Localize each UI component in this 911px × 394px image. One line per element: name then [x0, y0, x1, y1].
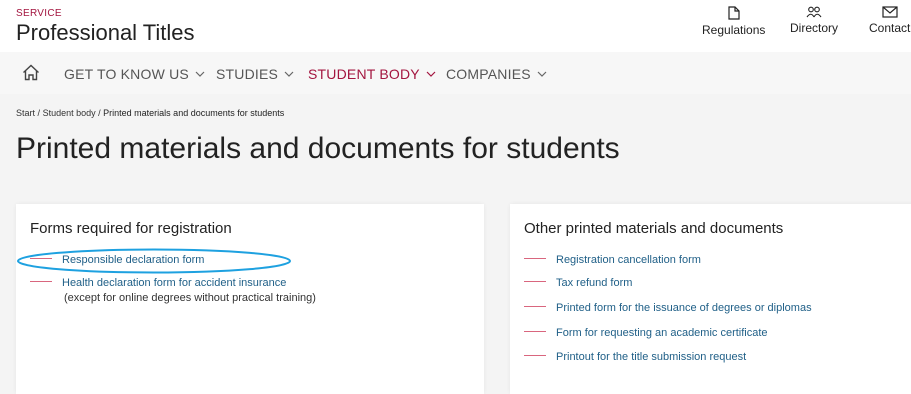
home-icon: [23, 64, 39, 81]
link-label: Tax refund form: [556, 277, 633, 289]
site-header: SERVICE Professional Titles Regulations …: [0, 0, 911, 52]
chevron-down-icon: [426, 71, 436, 77]
nav-label: STUDENT BODY: [308, 66, 420, 82]
site-title[interactable]: Professional Titles: [16, 20, 195, 46]
nav-label: STUDIES: [216, 66, 279, 82]
service-label: SERVICE: [16, 8, 62, 19]
link-label: Registration cancellation form: [556, 254, 701, 266]
link-health-declaration[interactable]: Health declaration form for accident ins…: [30, 277, 286, 289]
chevron-down-icon: [537, 71, 547, 77]
contact-label: Contact: [869, 21, 911, 35]
highlight-ellipse: [17, 248, 291, 274]
document-icon: [728, 6, 740, 20]
nav-student-body[interactable]: STUDENT BODY: [308, 66, 436, 82]
directory-label: Directory: [790, 21, 839, 35]
link-tax-refund[interactable]: Tax refund form: [524, 277, 632, 289]
nav-studies[interactable]: STUDIES: [216, 66, 294, 82]
card-registration-forms: Forms required for registration Responsi…: [16, 204, 484, 394]
link-registration-cancellation[interactable]: Registration cancellation form: [524, 254, 701, 266]
nav-get-to-know-us[interactable]: GET TO KNOW US: [64, 66, 205, 82]
dash-bullet: [524, 331, 546, 332]
chevron-down-icon: [284, 71, 294, 77]
breadcrumb-separator: /: [98, 108, 101, 118]
main-nav: GET TO KNOW US STUDIES STUDENT BODY COMP…: [0, 52, 911, 94]
link-title-submission[interactable]: Printout for the title submission reques…: [524, 351, 746, 363]
breadcrumb-current: Printed materials and documents for stud…: [103, 108, 285, 118]
link-label: Form for requesting an academic certific…: [556, 327, 768, 339]
contact-link[interactable]: Contact: [869, 6, 910, 35]
dash-bullet: [524, 355, 546, 356]
directory-link[interactable]: Directory: [790, 6, 838, 35]
chevron-down-icon: [195, 71, 205, 77]
dash-bullet: [524, 281, 546, 282]
link-degrees-diplomas[interactable]: Printed form for the issuance of degrees…: [524, 302, 812, 314]
link-note: (except for online degrees without pract…: [64, 292, 316, 304]
dash-bullet: [30, 281, 52, 282]
link-label: Health declaration form for accident ins…: [62, 277, 287, 289]
link-label: Printed form for the issuance of degrees…: [556, 302, 812, 314]
link-label: Printout for the title submission reques…: [556, 351, 747, 363]
breadcrumb: Start / Student body / Printed materials…: [16, 108, 284, 118]
home-button[interactable]: [22, 64, 40, 86]
dash-bullet: [524, 258, 546, 259]
nav-label: COMPANIES: [446, 66, 531, 82]
page-title: Printed materials and documents for stud…: [16, 132, 620, 165]
regulations-link[interactable]: Regulations: [702, 6, 765, 37]
card-title: Other printed materials and documents: [524, 220, 784, 237]
regulations-label: Regulations: [702, 23, 766, 37]
breadcrumb-start[interactable]: Start: [16, 108, 35, 118]
breadcrumb-separator: /: [37, 108, 41, 118]
people-icon: [806, 6, 822, 18]
nav-companies[interactable]: COMPANIES: [446, 66, 547, 82]
link-academic-certificate[interactable]: Form for requesting an academic certific…: [524, 327, 768, 339]
nav-label: GET TO KNOW US: [64, 66, 189, 82]
card-other-documents: Other printed materials and documents Re…: [510, 204, 911, 394]
card-title: Forms required for registration: [30, 220, 232, 237]
mail-icon: [882, 6, 898, 18]
breadcrumb-student-body[interactable]: Student body: [43, 108, 96, 118]
dash-bullet: [524, 306, 546, 307]
